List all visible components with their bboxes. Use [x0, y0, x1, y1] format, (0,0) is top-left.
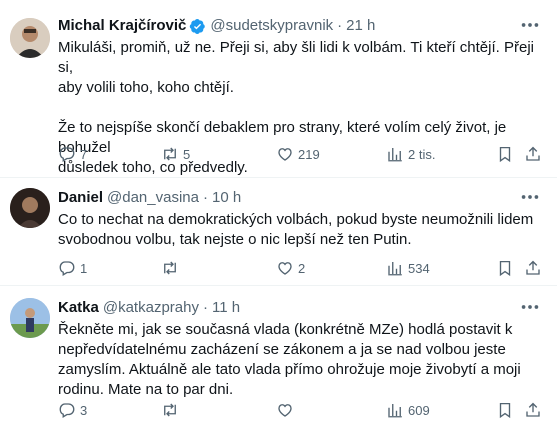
- avatar[interactable]: [10, 298, 50, 338]
- separator-dot: ·: [202, 299, 208, 316]
- repost-count: 5: [183, 146, 191, 162]
- timestamp[interactable]: 10 h: [212, 188, 241, 208]
- action-bar: 1 2 534: [58, 258, 545, 278]
- reply-button[interactable]: 7: [58, 144, 87, 164]
- bookmark-button[interactable]: [496, 400, 514, 420]
- reply-count: 7: [80, 146, 88, 162]
- separator-dot: ·: [202, 189, 208, 206]
- reply-icon: [59, 403, 75, 418]
- view-count: 2 tis.: [408, 146, 436, 162]
- verified-badge-icon: [190, 18, 206, 34]
- share-button[interactable]: [524, 400, 542, 420]
- bookmark-button[interactable]: [496, 144, 514, 164]
- display-name[interactable]: Michal Krajčírovič: [58, 16, 186, 36]
- views-button[interactable]: 2 tis.: [386, 144, 435, 164]
- share-button[interactable]: [524, 258, 542, 278]
- views-icon: [388, 404, 402, 418]
- tweet-header: Daniel @dan_vasina · 10 h: [58, 188, 541, 208]
- action-bar: 3 609: [58, 400, 545, 420]
- handle[interactable]: @dan_vasina: [107, 188, 199, 208]
- repost-button[interactable]: [161, 258, 183, 278]
- bookmark-button[interactable]: [496, 258, 514, 278]
- avatar[interactable]: [10, 188, 50, 228]
- views-icon: [388, 262, 402, 276]
- reply-count: 1: [80, 260, 88, 276]
- views-icon: [388, 148, 402, 162]
- like-icon: [278, 148, 292, 161]
- bookmark-icon: [499, 402, 511, 419]
- tweet[interactable]: Michal Krajčírovič @sudetskypravnik · 21…: [0, 0, 557, 178]
- reply-icon: [59, 261, 75, 276]
- share-button[interactable]: [524, 144, 542, 164]
- repost-button[interactable]: [161, 400, 183, 420]
- like-icon: [278, 404, 292, 417]
- tweet-header: Michal Krajčírovič @sudetskypravnik · 21…: [58, 16, 541, 36]
- reply-icon: [59, 147, 75, 162]
- like-button[interactable]: 219: [276, 144, 320, 164]
- tweet-text: Řekněte mi, jak se současná vlada (konkr…: [58, 321, 521, 398]
- reply-button[interactable]: 1: [58, 258, 87, 278]
- handle[interactable]: @katkazprahy: [103, 298, 199, 318]
- tweet[interactable]: Katka @katkazprahy · 11 h Řekněte mi, ja…: [0, 286, 557, 428]
- timestamp[interactable]: 21 h: [346, 16, 375, 36]
- like-count: 219: [298, 146, 320, 162]
- reply-count: 3: [80, 402, 88, 418]
- tweet-header: Katka @katkazprahy · 11 h: [58, 298, 541, 318]
- share-icon: [526, 402, 540, 417]
- view-count: 534: [408, 260, 430, 276]
- repost-icon: [164, 403, 176, 417]
- like-button[interactable]: 2: [276, 258, 305, 278]
- share-icon: [526, 146, 540, 161]
- bookmark-icon: [499, 260, 511, 277]
- reply-button[interactable]: 3: [58, 400, 87, 420]
- repost-button[interactable]: 5: [161, 144, 190, 164]
- views-button[interactable]: 534: [386, 258, 430, 278]
- avatar[interactable]: [10, 18, 50, 58]
- separator-dot: ·: [337, 17, 343, 34]
- display-name[interactable]: Daniel: [58, 188, 103, 208]
- timestamp[interactable]: 11 h: [212, 298, 240, 318]
- like-icon: [278, 262, 292, 275]
- handle[interactable]: @sudetskypravnik: [210, 16, 333, 36]
- like-button[interactable]: [276, 400, 298, 420]
- like-count: 2: [298, 260, 306, 276]
- bookmark-icon: [499, 146, 511, 163]
- more-icon[interactable]: [519, 296, 541, 318]
- share-icon: [526, 260, 540, 275]
- views-button[interactable]: 609: [386, 400, 430, 420]
- view-count: 609: [408, 402, 430, 418]
- tweet[interactable]: Daniel @dan_vasina · 10 h Co to nechat n…: [0, 178, 557, 286]
- more-icon[interactable]: [519, 14, 541, 36]
- repost-icon: [164, 261, 176, 275]
- action-bar: 7 5 219 2 tis.: [58, 144, 545, 164]
- display-name[interactable]: Katka: [58, 298, 99, 318]
- more-icon[interactable]: [519, 186, 541, 208]
- repost-icon: [164, 147, 176, 161]
- tweet-text: Co to nechat na demokratických volbách, …: [58, 211, 534, 248]
